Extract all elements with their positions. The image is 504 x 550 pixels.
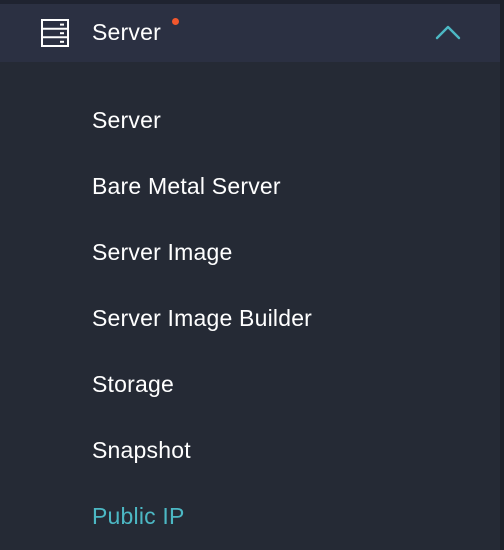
submenu-item-public-ip[interactable]: Public IP xyxy=(92,503,185,530)
server-section-header[interactable]: Server xyxy=(0,4,500,62)
section-label: Server xyxy=(92,19,161,45)
chevron-up-icon[interactable] xyxy=(434,21,462,43)
server-rack-icon xyxy=(41,19,69,47)
submenu-item-storage[interactable]: Storage xyxy=(92,371,174,398)
nav-menu: Server Server Bare Metal Server Server I… xyxy=(0,0,504,550)
submenu-item-server-image-builder[interactable]: Server Image Builder xyxy=(92,305,312,332)
submenu-item-server-image[interactable]: Server Image xyxy=(92,239,232,266)
submenu-item-snapshot[interactable]: Snapshot xyxy=(92,437,191,464)
submenu-item-bare-metal-server[interactable]: Bare Metal Server xyxy=(92,173,281,200)
submenu-item-server[interactable]: Server xyxy=(92,107,161,134)
notification-dot xyxy=(172,18,179,25)
